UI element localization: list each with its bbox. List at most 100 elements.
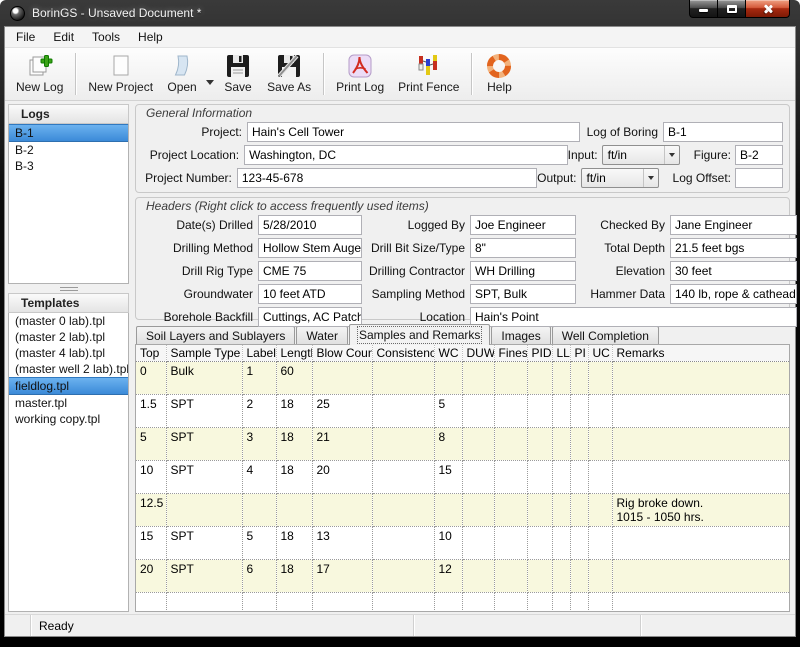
table-cell[interactable]: 25 bbox=[312, 395, 372, 428]
table-cell[interactable] bbox=[527, 395, 552, 428]
table-cell[interactable] bbox=[552, 362, 570, 395]
table-cell[interactable]: 5 bbox=[434, 395, 462, 428]
tab-samples-and-remarks[interactable]: Samples and Remarks bbox=[349, 324, 490, 345]
table-cell[interactable] bbox=[494, 527, 527, 560]
table-cell[interactable]: SPT bbox=[166, 395, 242, 428]
table-cell[interactable] bbox=[612, 527, 789, 560]
table-cell[interactable] bbox=[552, 395, 570, 428]
tab-well-completion[interactable]: Well Completion bbox=[552, 326, 659, 345]
table-cell[interactable] bbox=[588, 527, 612, 560]
table-cell[interactable]: 12.5 bbox=[136, 494, 166, 527]
table-cell[interactable]: 18 bbox=[276, 461, 312, 494]
table-cell[interactable]: Bulk bbox=[166, 362, 242, 395]
splitter-handle[interactable] bbox=[8, 284, 129, 293]
elevation-field[interactable]: 30 feet bbox=[670, 261, 797, 281]
drilling-contractor-field[interactable]: WH Drilling bbox=[470, 261, 576, 281]
table-cell[interactable] bbox=[552, 593, 570, 613]
table-cell[interactable] bbox=[612, 593, 789, 613]
table-cell[interactable] bbox=[276, 593, 312, 613]
table-cell[interactable] bbox=[372, 593, 434, 613]
table-cell[interactable] bbox=[494, 428, 527, 461]
table-cell[interactable] bbox=[552, 494, 570, 527]
table-cell[interactable] bbox=[527, 461, 552, 494]
table-cell[interactable]: 10 bbox=[434, 527, 462, 560]
table-cell[interactable]: 2 bbox=[242, 395, 276, 428]
template-item-fieldlog-tpl[interactable]: fieldlog.tpl bbox=[9, 377, 128, 395]
table-cell[interactable] bbox=[527, 560, 552, 593]
date-s-drilled-field[interactable]: 5/28/2010 bbox=[258, 215, 362, 235]
table-cell[interactable]: 60 bbox=[276, 362, 312, 395]
drill-bit-size-type-field[interactable]: 8" bbox=[470, 238, 576, 258]
table-cell[interactable]: 15 bbox=[136, 527, 166, 560]
help-button[interactable]: Help bbox=[477, 51, 521, 97]
menu-item-help[interactable]: Help bbox=[129, 27, 172, 47]
table-cell[interactable]: 8 bbox=[434, 428, 462, 461]
table-cell[interactable] bbox=[494, 395, 527, 428]
table-cell[interactable] bbox=[494, 494, 527, 527]
table-cell[interactable]: 1 bbox=[242, 362, 276, 395]
print-log-button[interactable]: Print Log bbox=[329, 51, 391, 97]
table-cell[interactable] bbox=[552, 428, 570, 461]
dropdown-arrow-icon[interactable] bbox=[206, 80, 214, 85]
table-cell[interactable]: 20 bbox=[312, 461, 372, 494]
table-cell[interactable]: 20 bbox=[136, 560, 166, 593]
table-cell[interactable] bbox=[570, 362, 588, 395]
table-cell[interactable] bbox=[312, 362, 372, 395]
minimize-button[interactable] bbox=[689, 0, 718, 18]
table-cell[interactable] bbox=[136, 593, 166, 613]
print-fence-button[interactable]: Print Fence bbox=[391, 51, 466, 97]
table-cell[interactable] bbox=[372, 428, 434, 461]
table-cell[interactable] bbox=[312, 494, 372, 527]
output-units-combobox[interactable]: ft/in bbox=[581, 168, 659, 188]
table-cell[interactable] bbox=[372, 527, 434, 560]
table-cell[interactable]: 12 bbox=[434, 560, 462, 593]
new-project-button[interactable]: New Project bbox=[81, 51, 160, 97]
table-cell[interactable] bbox=[588, 395, 612, 428]
figure-field[interactable]: B-2 bbox=[735, 145, 783, 165]
maximize-button[interactable] bbox=[718, 0, 745, 18]
groundwater-field[interactable]: 10 feet ATD bbox=[258, 284, 362, 304]
table-cell[interactable] bbox=[527, 494, 552, 527]
table-cell[interactable] bbox=[494, 593, 527, 613]
close-button[interactable] bbox=[745, 0, 790, 18]
logged-by-field[interactable]: Joe Engineer bbox=[470, 215, 576, 235]
table-cell[interactable]: 21 bbox=[312, 428, 372, 461]
table-cell[interactable]: 18 bbox=[276, 428, 312, 461]
menu-item-file[interactable]: File bbox=[7, 27, 44, 47]
new-log-button[interactable]: New Log bbox=[9, 51, 70, 97]
checked-by-field[interactable]: Jane Engineer bbox=[670, 215, 797, 235]
template-item-master-0-lab-tpl[interactable]: (master 0 lab).tpl bbox=[9, 313, 128, 329]
tab-soil-layers-and-sublayers[interactable]: Soil Layers and Sublayers bbox=[136, 326, 295, 345]
template-item-working-copy-tpl[interactable]: working copy.tpl bbox=[9, 411, 128, 427]
table-cell[interactable]: 15 bbox=[434, 461, 462, 494]
hammer-data-field[interactable]: 140 lb, rope & cathead bbox=[670, 284, 797, 304]
tab-water[interactable]: Water bbox=[296, 326, 348, 345]
table-cell[interactable] bbox=[588, 593, 612, 613]
table-cell[interactable] bbox=[276, 494, 312, 527]
table-cell[interactable] bbox=[434, 593, 462, 613]
table-cell[interactable]: 10 bbox=[136, 461, 166, 494]
table-cell[interactable] bbox=[372, 395, 434, 428]
table-cell[interactable] bbox=[242, 494, 276, 527]
table-cell[interactable] bbox=[570, 494, 588, 527]
table-cell[interactable] bbox=[588, 494, 612, 527]
table-cell[interactable] bbox=[570, 527, 588, 560]
table-cell[interactable]: 18 bbox=[276, 527, 312, 560]
table-cell[interactable]: 17 bbox=[312, 560, 372, 593]
tab-images[interactable]: Images bbox=[491, 326, 550, 345]
table-cell[interactable]: SPT bbox=[166, 428, 242, 461]
save-as-button[interactable]: Save As bbox=[260, 51, 318, 97]
total-depth-field[interactable]: 21.5 feet bgs bbox=[670, 238, 797, 258]
table-cell[interactable] bbox=[527, 428, 552, 461]
table-cell[interactable] bbox=[527, 527, 552, 560]
drill-rig-type-field[interactable]: CME 75 bbox=[258, 261, 362, 281]
template-item-master-2-lab-tpl[interactable]: (master 2 lab).tpl bbox=[9, 329, 128, 345]
table-cell[interactable] bbox=[312, 593, 372, 613]
borehole-backfill-field[interactable]: Cuttings, AC Patch bbox=[258, 307, 362, 327]
table-cell[interactable] bbox=[612, 362, 789, 395]
table-cell[interactable] bbox=[612, 428, 789, 461]
log-item-b-2[interactable]: B-2 bbox=[9, 142, 128, 158]
table-cell[interactable] bbox=[612, 560, 789, 593]
table-cell[interactable] bbox=[242, 593, 276, 613]
table-cell[interactable] bbox=[494, 461, 527, 494]
